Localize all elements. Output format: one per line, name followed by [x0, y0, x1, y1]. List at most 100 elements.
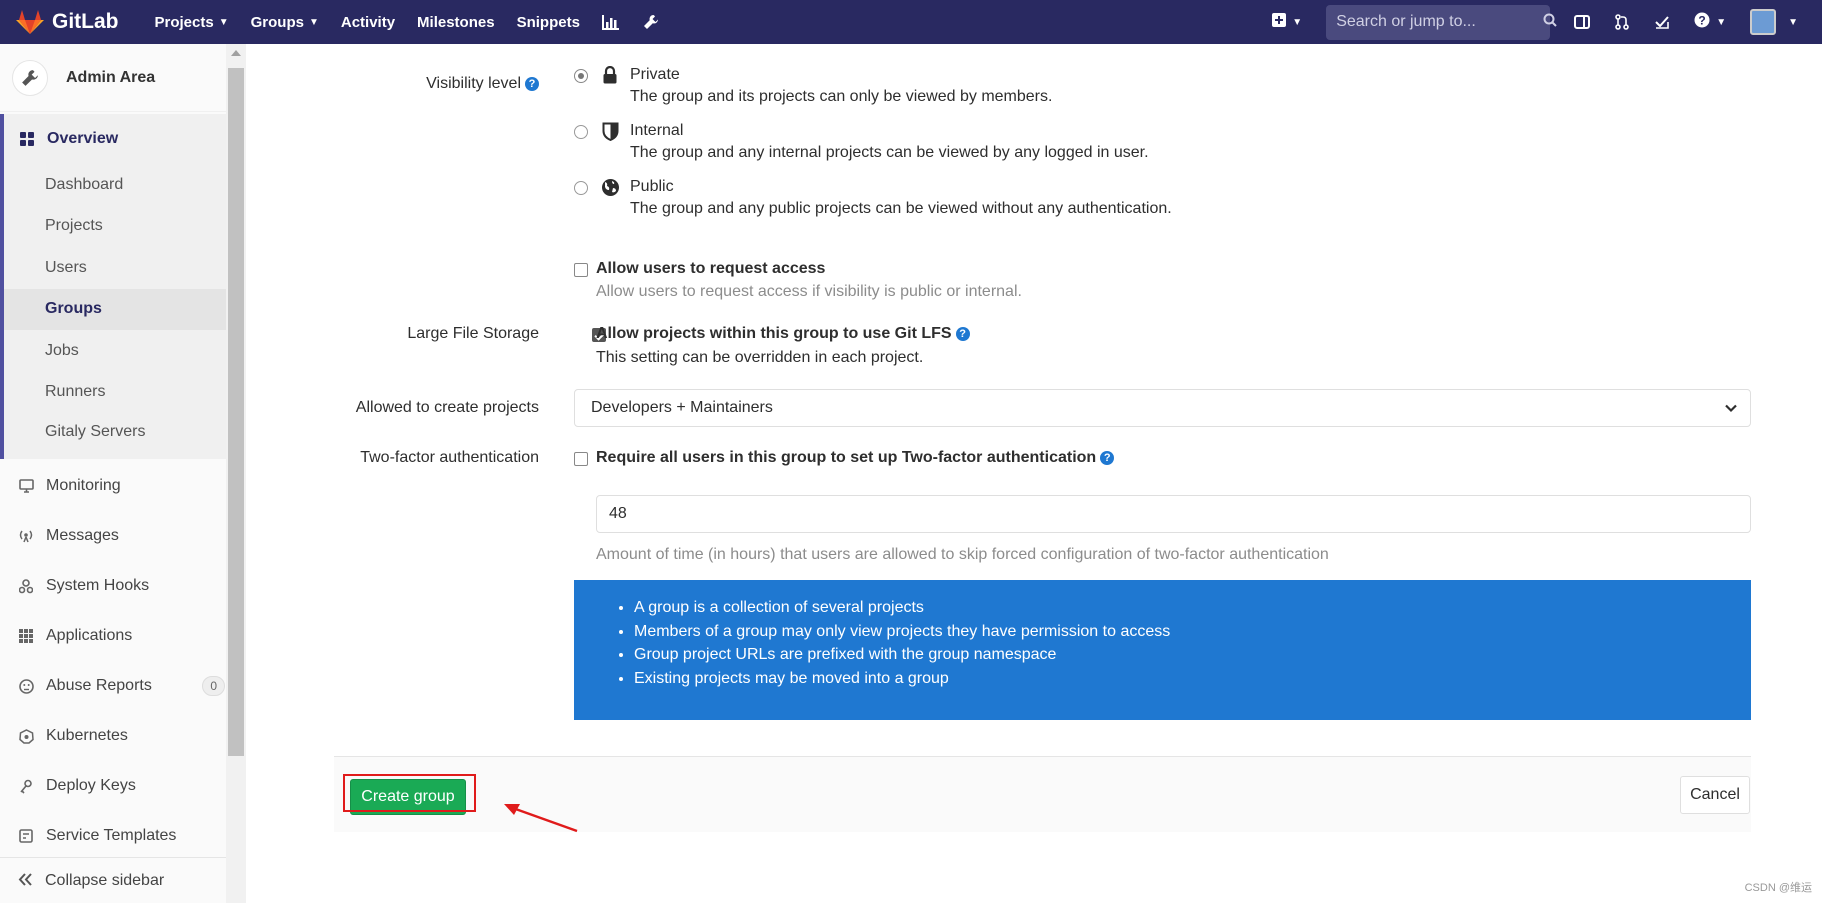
sidebar-item-label: System Hooks [46, 577, 150, 594]
sidebar-item-label: Kubernetes [46, 727, 128, 744]
watermark: CSDN @维运 [1744, 882, 1812, 894]
visibility-public-desc: The group and any public projects can be… [630, 200, 1172, 217]
lfs-title: Allow projects within this group to use … [596, 325, 952, 342]
sidebar-item-runners[interactable]: Runners [4, 372, 245, 414]
two-factor-grace-period-input[interactable] [596, 495, 1751, 533]
plus-square-icon [1272, 13, 1287, 31]
wrench-icon[interactable] [643, 14, 659, 30]
sidebar-item-label: Abuse Reports [46, 677, 152, 694]
two-factor-checkbox[interactable] [574, 452, 588, 466]
search-box[interactable] [1326, 4, 1557, 40]
two-factor-grace-help: Amount of time (in hours) that users are… [596, 546, 1329, 563]
collapse-sidebar-button[interactable]: Collapse sidebar [0, 857, 246, 903]
sidebar-header[interactable]: Admin Area [0, 44, 245, 112]
scroll-up-arrow-icon[interactable] [231, 50, 241, 56]
cancel-button[interactable]: Cancel [1680, 776, 1750, 814]
nav-groups-label: Groups [250, 13, 304, 31]
brand-link[interactable]: GitLab [16, 9, 119, 35]
nav-projects[interactable]: Projects ▼ [155, 14, 229, 31]
visibility-private-desc: The group and its projects can only be v… [630, 88, 1053, 105]
create-group-button[interactable]: Create group [350, 779, 466, 815]
overview-grid-icon [19, 132, 35, 146]
globe-icon [601, 178, 620, 202]
sidebar-item-users[interactable]: Users [4, 247, 245, 289]
gitlab-logo-icon [16, 9, 44, 35]
nav-groups[interactable]: Groups ▼ [251, 14, 319, 31]
sidebar-item-gitaly-servers[interactable]: Gitaly Servers [4, 413, 245, 459]
nav-activity[interactable]: Activity [341, 14, 395, 31]
nav-milestones-label: Milestones [417, 13, 495, 31]
visibility-private-radio[interactable] [574, 69, 588, 83]
svg-text:?: ? [1699, 14, 1706, 28]
sidebar-item-deploy-keys[interactable]: Deploy Keys [0, 761, 245, 811]
info-item: Existing projects may be moved into a gr… [634, 667, 1751, 691]
hook-icon [18, 578, 34, 594]
sidebar-item-monitoring[interactable]: Monitoring [0, 461, 245, 511]
lock-icon [602, 65, 618, 89]
avatar [1750, 9, 1777, 35]
request-access-checkbox[interactable] [574, 263, 588, 277]
chevron-down-icon: ▼ [308, 16, 319, 28]
sidebar-item-applications[interactable]: Applications [0, 611, 245, 661]
create-projects-value: Developers + Maintainers [591, 399, 773, 416]
main-content: Visibility level? Private The group and … [247, 44, 1822, 903]
lfs-title-wrap: Allow projects within this group to use … [596, 325, 970, 343]
scrollbar-thumb[interactable] [228, 68, 244, 756]
todo-icon[interactable] [1654, 14, 1670, 30]
chevron-down-icon: ▼ [218, 16, 229, 28]
sidebar-item-label: Monitoring [46, 477, 121, 494]
visibility-public-radio[interactable] [574, 181, 588, 195]
kubernetes-icon [18, 728, 34, 744]
new-item-dropdown[interactable]: ▼ [1272, 13, 1302, 31]
question-circle-icon[interactable]: ? [525, 76, 539, 91]
sidebar-item-kubernetes[interactable]: Kubernetes [0, 711, 245, 761]
nav-milestones[interactable]: Milestones [417, 14, 495, 31]
search-input[interactable] [1336, 13, 1544, 31]
visibility-internal-radio[interactable] [574, 125, 588, 139]
visibility-internal-title: Internal [630, 122, 684, 139]
help-icon: ? [1694, 12, 1710, 32]
sidebar-item-service-templates[interactable]: Service Templates [0, 811, 245, 861]
lfs-label: Large File Storage [407, 325, 539, 342]
sidebar-item-jobs[interactable]: Jobs [4, 330, 245, 372]
key-icon [18, 779, 34, 794]
user-menu[interactable]: ▼ [1750, 9, 1798, 35]
brand-name: GitLab [52, 10, 119, 33]
search-icon [1543, 13, 1557, 32]
monitor-icon [18, 479, 34, 493]
nav-activity-label: Activity [340, 13, 396, 31]
merge-request-icon[interactable] [1614, 14, 1630, 30]
sidebar-item-overview[interactable]: Overview [4, 114, 245, 164]
info-item: Group project URLs are prefixed with the… [634, 643, 1751, 667]
shield-icon [602, 122, 619, 146]
sidebar-item-groups[interactable]: Groups [4, 288, 245, 330]
help-dropdown[interactable]: ? ▼ [1694, 12, 1726, 32]
sidebar-item-label: Service Templates [46, 827, 177, 844]
sidebar-item-messages[interactable]: Messages [0, 511, 245, 561]
sidebar-item-system-hooks[interactable]: System Hooks [0, 561, 245, 611]
sidebar-item-projects[interactable]: Projects [4, 206, 245, 248]
sidebar-title: Admin Area [66, 68, 156, 86]
request-access-desc: Allow users to request access if visibil… [596, 283, 1022, 300]
visibility-internal-desc: The group and any internal projects can … [630, 144, 1149, 161]
two-factor-title: Require all users in this group to set u… [596, 449, 1097, 466]
question-circle-icon[interactable]: ? [1100, 450, 1115, 465]
sidebar-scrollbar[interactable] [226, 44, 246, 903]
chevron-down-icon [1724, 401, 1738, 420]
admin-wrench-icon [12, 59, 48, 96]
top-navbar: GitLab Projects ▼ Groups ▼ Activity Mile… [0, 0, 1822, 44]
nav-snippets[interactable]: Snippets [517, 14, 580, 31]
sidebar-item-dashboard[interactable]: Dashboard [4, 164, 245, 206]
info-item: A group is a collection of several proje… [634, 596, 1751, 620]
sidebar-item-label: Overview [47, 130, 119, 147]
request-access-title: Allow users to request access [596, 260, 826, 277]
sidebar-overview-section: Overview Dashboard Projects Users Groups… [0, 114, 245, 459]
chevron-down-icon: ▼ [1716, 16, 1727, 28]
create-projects-label: Allowed to create projects [355, 399, 539, 416]
abuse-count-badge: 0 [202, 676, 225, 696]
chart-icon[interactable] [601, 14, 619, 30]
issues-icon[interactable] [1574, 14, 1591, 30]
create-projects-select[interactable]: Developers + Maintainers [574, 389, 1751, 427]
sidebar-item-abuse-reports[interactable]: Abuse Reports 0 [0, 661, 245, 711]
question-circle-icon[interactable]: ? [955, 326, 970, 341]
